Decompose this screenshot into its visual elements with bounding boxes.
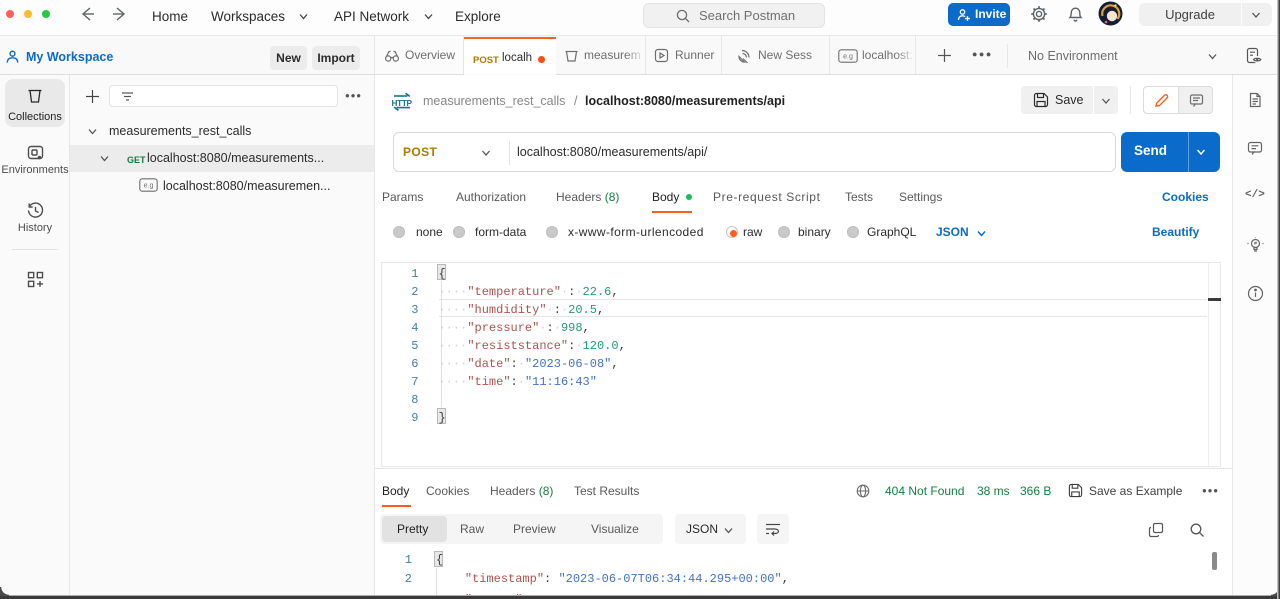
svg-text:e.g: e.g (843, 54, 853, 61)
svg-text:HTTP: HTTP (392, 99, 413, 108)
svg-text:e.g: e.g (144, 183, 154, 190)
